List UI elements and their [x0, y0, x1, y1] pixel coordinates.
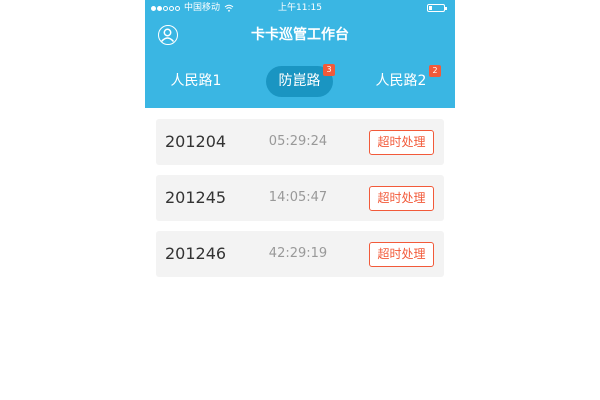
item-elapsed-time: 05:29:24	[268, 134, 328, 149]
item-code: 201204	[165, 132, 227, 151]
item-code: 201246	[165, 244, 227, 263]
page-title: 卡卡巡管工作台	[251, 27, 349, 43]
phone-screen: 中国移动 上午11:15 卡卡巡管工作台 人民路1 防崑路 3 人民路2 2 2…	[145, 0, 455, 400]
nav-bar: 卡卡巡管工作台	[145, 20, 455, 50]
timeout-handle-button[interactable]: 超时处理	[369, 130, 434, 155]
item-code: 201245	[165, 188, 227, 207]
status-bar: 中国移动 上午11:15	[145, 0, 455, 16]
timeout-handle-button[interactable]: 超时处理	[369, 186, 434, 211]
tab-renmin-road-1[interactable]: 人民路1	[169, 64, 223, 98]
list-item: 201245 14:05:47 超时处理	[156, 175, 444, 221]
tab-badge: 2	[429, 65, 441, 77]
list-item: 201204 05:29:24 超时处理	[156, 119, 444, 165]
tab-renmin-road-2[interactable]: 人民路2	[374, 64, 428, 98]
timeout-handle-button[interactable]: 超时处理	[369, 242, 434, 267]
list-item: 201246 42:29:19 超时处理	[156, 231, 444, 277]
tab-badge: 3	[323, 64, 335, 76]
user-avatar-icon[interactable]	[158, 25, 178, 45]
tab-bar: 人民路1 防崑路 3 人民路2 2	[145, 64, 455, 98]
item-elapsed-time: 14:05:47	[268, 190, 328, 205]
battery-icon	[427, 4, 447, 12]
app-header: 中国移动 上午11:15 卡卡巡管工作台 人民路1 防崑路 3 人民路2 2	[145, 0, 455, 108]
item-elapsed-time: 42:29:19	[268, 246, 328, 261]
status-time: 上午11:15	[278, 3, 322, 13]
